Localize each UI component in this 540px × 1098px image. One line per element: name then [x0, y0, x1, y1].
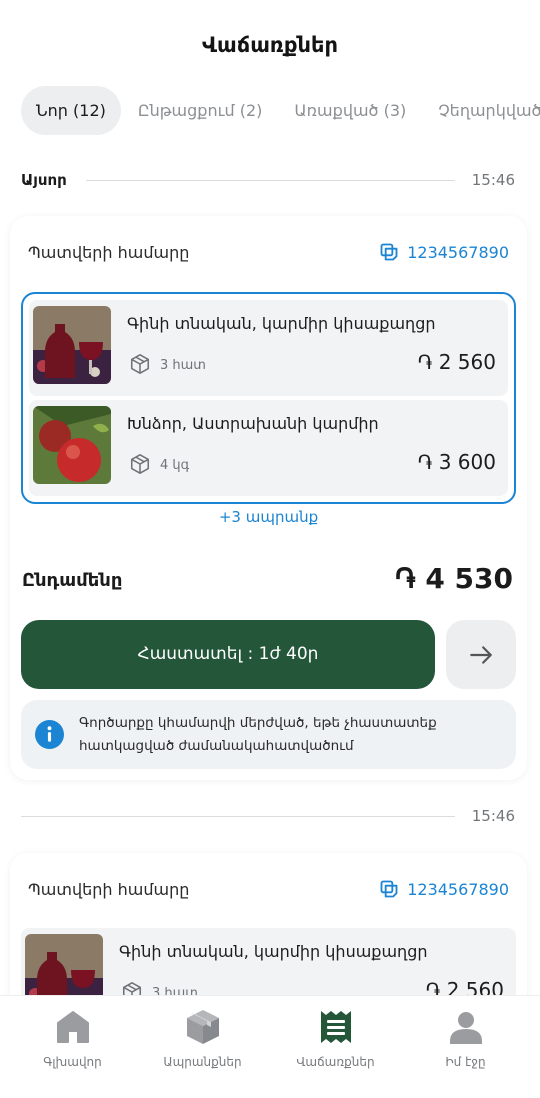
wine-photo [25, 934, 103, 995]
date-label: Այսոր [21, 171, 67, 189]
date-time: 15:46 [471, 171, 515, 189]
bottom-tab-bar: Գլխավոր Ապրանքներ Վաճառքներ Իմ էջը [0, 995, 540, 1098]
tabbar-sales[interactable]: Վաճառքներ [268, 996, 403, 1098]
order-card: Պատվերի համարը 1234567890 Գինի տնական, կ… [10, 853, 527, 995]
product-name: Գինի տնական, կարմիր կիսաքաղցր [127, 314, 436, 333]
box-icon [130, 354, 150, 374]
details-button[interactable] [446, 620, 516, 689]
date-time: 15:46 [471, 807, 515, 825]
box-icon [130, 454, 150, 474]
tab-new[interactable]: Նոր (12) [21, 86, 121, 135]
header: Վաճառքներ Նոր (12) Ընթացքում (2) Առաքված (… [0, 0, 540, 160]
home-icon [57, 1011, 89, 1043]
tab-in-progress[interactable]: Ընթացքում (2) [123, 86, 278, 135]
tab-delivered[interactable]: Առաքված (3) [279, 86, 421, 135]
product-quantity: 3 հատ [121, 981, 198, 995]
date-group-header: Այսոր 15:46 [21, 168, 515, 192]
more-products-link[interactable]: +3 ապրանք [10, 508, 527, 526]
copy-icon [380, 243, 398, 261]
info-icon [35, 720, 64, 749]
tabbar-label: Իմ էջը [445, 1055, 486, 1069]
product-quantity: 4 կգ [129, 453, 189, 475]
info-text: Գործարքը կհամարվի մերժված, եթե չհաստատեք… [79, 715, 437, 754]
product-price: ֏ 2 560 [425, 978, 504, 995]
receipt-icon [321, 1011, 351, 1043]
product-name: Գինի տնական, կարմիր կիսաքաղցր [119, 942, 428, 961]
quantity-value: 4 կգ [160, 458, 190, 473]
order-card: Պատվերի համարը 1234567890 Գինի տնական, կ… [10, 216, 527, 780]
quantity-value: 3 հատ [152, 986, 198, 995]
status-tabs: Նոր (12) Ընթացքում (2) Առաքված (3) Չեղարկվա… [21, 86, 540, 135]
copy-icon [380, 880, 398, 898]
tabbar-label: Վաճառքներ [296, 1055, 375, 1069]
date-group-header: 15:46 [21, 804, 515, 828]
info-notice: Գործարքը կհամարվի մերժված, եթե չհաստատեք… [21, 700, 516, 769]
product-price: ֏ 3 600 [417, 450, 496, 474]
box-icon [122, 982, 142, 995]
sales-list[interactable]: Այսոր 15:46 Պատվերի համարը 1234567890 Գի… [0, 160, 540, 995]
package-icon [187, 1010, 219, 1044]
user-icon [450, 1012, 482, 1044]
product-price: ֏ 2 560 [417, 350, 496, 374]
divider [86, 180, 455, 181]
tabbar-products[interactable]: Ապրանքներ [135, 996, 270, 1098]
apple-photo [33, 406, 111, 484]
order-number-label: Պատվերի համարը [28, 880, 190, 899]
confirm-button[interactable]: Հաստատել : 1ժ 40ր [21, 620, 435, 689]
product-quantity: 3 հատ [129, 353, 206, 375]
order-number-copy[interactable]: 1234567890 [379, 242, 509, 262]
order-number-copy[interactable]: 1234567890 [379, 879, 509, 899]
product-list: Գինի տնական, կարմիր կիսաքաղցր 3 հատ ֏ 2 … [21, 292, 516, 504]
order-number-value: 1234567890 [407, 243, 509, 262]
total-label: Ընդամենը [22, 570, 123, 591]
arrow-right-icon [470, 646, 492, 664]
order-number-label: Պատվերի համարը [28, 243, 190, 262]
divider [21, 816, 455, 817]
product-item[interactable]: Գինի տնական, կարմիր կիսաքաղցր 3 հատ ֏ 2 … [29, 300, 508, 396]
tabbar-label: Ապրանքներ [163, 1055, 242, 1069]
product-item[interactable]: Գինի տնական, կարմիր կիսաքաղցր 3 հատ ֏ 2 … [21, 928, 516, 995]
tabbar-profile[interactable]: Իմ էջը [398, 996, 533, 1098]
order-number-value: 1234567890 [407, 880, 509, 899]
tabbar-label: Գլխավոր [43, 1055, 102, 1069]
quantity-value: 3 հատ [160, 358, 206, 373]
tab-cancelled[interactable]: Չեղարկված [423, 86, 540, 135]
product-item[interactable]: Խնձոր, Աստրախանի կարմիր 4 կգ ֏ 3 600 [29, 400, 508, 496]
tabbar-home[interactable]: Գլխավոր [5, 996, 140, 1098]
total-value: ֏ 4 530 [394, 562, 513, 595]
page-title: Վաճառքներ [202, 33, 338, 57]
product-name: Խնձոր, Աստրախանի կարմիր [127, 414, 379, 433]
wine-photo [33, 306, 111, 384]
